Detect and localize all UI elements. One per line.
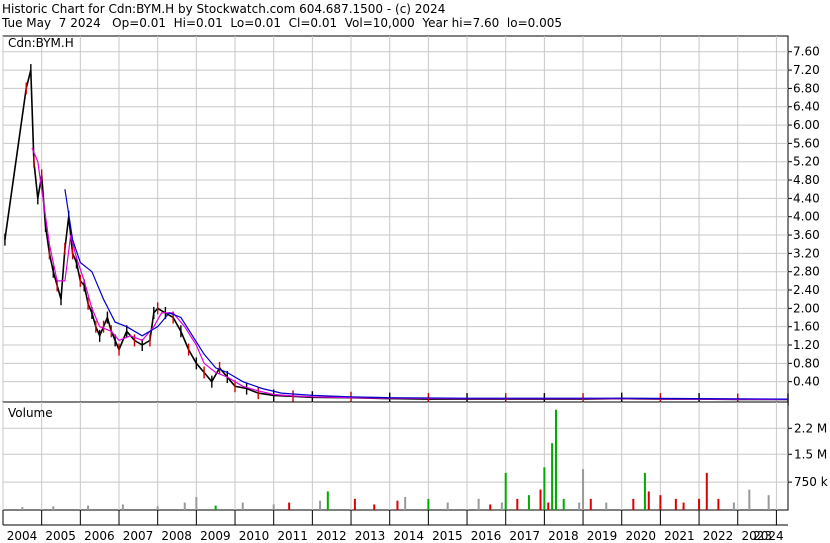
x-tick-label: 2006 bbox=[84, 529, 115, 543]
volume-panel bbox=[2, 401, 789, 511]
volume-bar bbox=[156, 506, 159, 510]
stock-chart: 7.60 7.20 6.80 6.40 6.00 5.60 5.20 4.80 4.40 4.00… bbox=[2, 35, 828, 543]
x-tick-label: 2020 bbox=[625, 529, 656, 543]
volume-bar bbox=[527, 495, 530, 510]
volume-bar bbox=[353, 498, 356, 510]
y-tick-label: 6.00 bbox=[793, 118, 820, 132]
y-tick-label: 3.20 bbox=[793, 246, 820, 260]
volume-bar bbox=[121, 504, 124, 510]
y-tick-label: 7.60 bbox=[793, 45, 820, 59]
y-tick-label: 0.80 bbox=[793, 356, 820, 370]
volume-bar bbox=[732, 502, 735, 510]
y-tick-label: 2.00 bbox=[793, 301, 820, 315]
y-tick-label: 5.20 bbox=[793, 155, 820, 169]
volume-bar bbox=[632, 498, 635, 510]
y-tick-label: 4.40 bbox=[793, 191, 820, 205]
y-tick-label: 750 k bbox=[794, 475, 828, 489]
volume-bar bbox=[500, 502, 503, 510]
volume-bar bbox=[578, 502, 581, 510]
volume-bar bbox=[659, 495, 662, 510]
x-tick-label: 2024 bbox=[753, 529, 784, 543]
volume-bar bbox=[446, 502, 449, 510]
y-tick-label: 4.80 bbox=[793, 173, 820, 187]
volume-bar bbox=[427, 498, 430, 510]
y-tick-label: 4.00 bbox=[793, 210, 820, 224]
volume-bar bbox=[21, 507, 24, 510]
volume-bar bbox=[582, 469, 585, 510]
x-tick-label: 2021 bbox=[664, 529, 695, 543]
volume-bar bbox=[698, 498, 701, 510]
volume-bar bbox=[674, 498, 677, 510]
volume-bar bbox=[288, 502, 291, 510]
volume-bar bbox=[589, 498, 592, 510]
volume-bar bbox=[272, 504, 275, 510]
volume-bar bbox=[647, 491, 650, 510]
y-tick-label: 2.80 bbox=[793, 265, 820, 279]
x-axis: 2004 2005 2006 2007 2008 2009 2010 2011 2012 2013… bbox=[2, 510, 784, 543]
volume-axis: 2.2 M 1.5 M 750 k bbox=[788, 421, 828, 489]
volume-bar bbox=[52, 506, 55, 510]
volume-bar bbox=[547, 502, 550, 510]
y-tick-label: 7.20 bbox=[793, 63, 820, 77]
y-tick-label: 3.60 bbox=[793, 228, 820, 242]
y-tick-label: 1.60 bbox=[793, 320, 820, 334]
volume-bar bbox=[214, 505, 217, 510]
volume-bar bbox=[404, 497, 407, 510]
volume-bar bbox=[543, 467, 546, 510]
volume-bar bbox=[477, 498, 480, 510]
x-tick-label: 2015 bbox=[432, 529, 463, 543]
x-tick-label: 2017 bbox=[509, 529, 540, 543]
volume-bar bbox=[183, 502, 186, 510]
volume-bar bbox=[516, 498, 519, 510]
volume-bar bbox=[748, 489, 751, 510]
x-tick-label: 2012 bbox=[316, 529, 347, 543]
volume-bar bbox=[241, 502, 244, 510]
x-tick-label: 2018 bbox=[548, 529, 579, 543]
y-tick-label: 1.5 M bbox=[794, 447, 827, 461]
volume-bar bbox=[319, 500, 322, 510]
volume-bar bbox=[643, 472, 646, 510]
volume-bar bbox=[705, 472, 708, 510]
volume-bar bbox=[489, 504, 492, 510]
volume-bar bbox=[682, 502, 685, 510]
x-tick-label: 2010 bbox=[239, 529, 270, 543]
x-tick-label: 2016 bbox=[471, 529, 502, 543]
x-tick-label: 2014 bbox=[393, 529, 424, 543]
y-tick-label: 2.2 M bbox=[794, 421, 827, 435]
volume-bar bbox=[195, 497, 198, 510]
y-tick-label: 5.60 bbox=[793, 136, 820, 150]
x-tick-label: 2011 bbox=[277, 529, 308, 543]
volume-bar bbox=[373, 504, 376, 510]
volume-bar bbox=[87, 505, 90, 510]
volume-bar bbox=[562, 498, 565, 510]
price-axis: 7.60 7.20 6.80 6.40 6.00 5.60 5.20 4.80 4.40 4.00… bbox=[788, 45, 820, 389]
volume-label: Volume bbox=[8, 406, 53, 420]
volume-bar bbox=[326, 491, 329, 510]
volume-bar bbox=[554, 409, 557, 510]
volume-bar bbox=[504, 472, 507, 510]
y-tick-label: 6.40 bbox=[793, 100, 820, 114]
x-tick-label: 2019 bbox=[587, 529, 618, 543]
x-tick-label: 2005 bbox=[45, 529, 76, 543]
y-tick-label: 2.40 bbox=[793, 283, 820, 297]
x-tick-label: 2007 bbox=[123, 529, 154, 543]
y-tick-label: 6.80 bbox=[793, 81, 820, 95]
volume-bar bbox=[396, 500, 399, 510]
volume-bar bbox=[605, 502, 608, 510]
x-tick-label: 2004 bbox=[7, 529, 38, 543]
x-tick-label: 2009 bbox=[200, 529, 231, 543]
volume-bar bbox=[551, 443, 554, 510]
volume-bar bbox=[539, 489, 542, 510]
volume-bar bbox=[767, 495, 770, 510]
y-tick-label: 1.20 bbox=[793, 338, 820, 352]
x-tick-label: 2013 bbox=[355, 529, 386, 543]
volume-bar bbox=[717, 498, 720, 510]
x-tick-label: 2008 bbox=[161, 529, 192, 543]
symbol-label: Cdn:BYM.H bbox=[8, 36, 74, 50]
x-tick-label: 2022 bbox=[703, 529, 734, 543]
y-tick-label: 0.40 bbox=[793, 375, 820, 389]
